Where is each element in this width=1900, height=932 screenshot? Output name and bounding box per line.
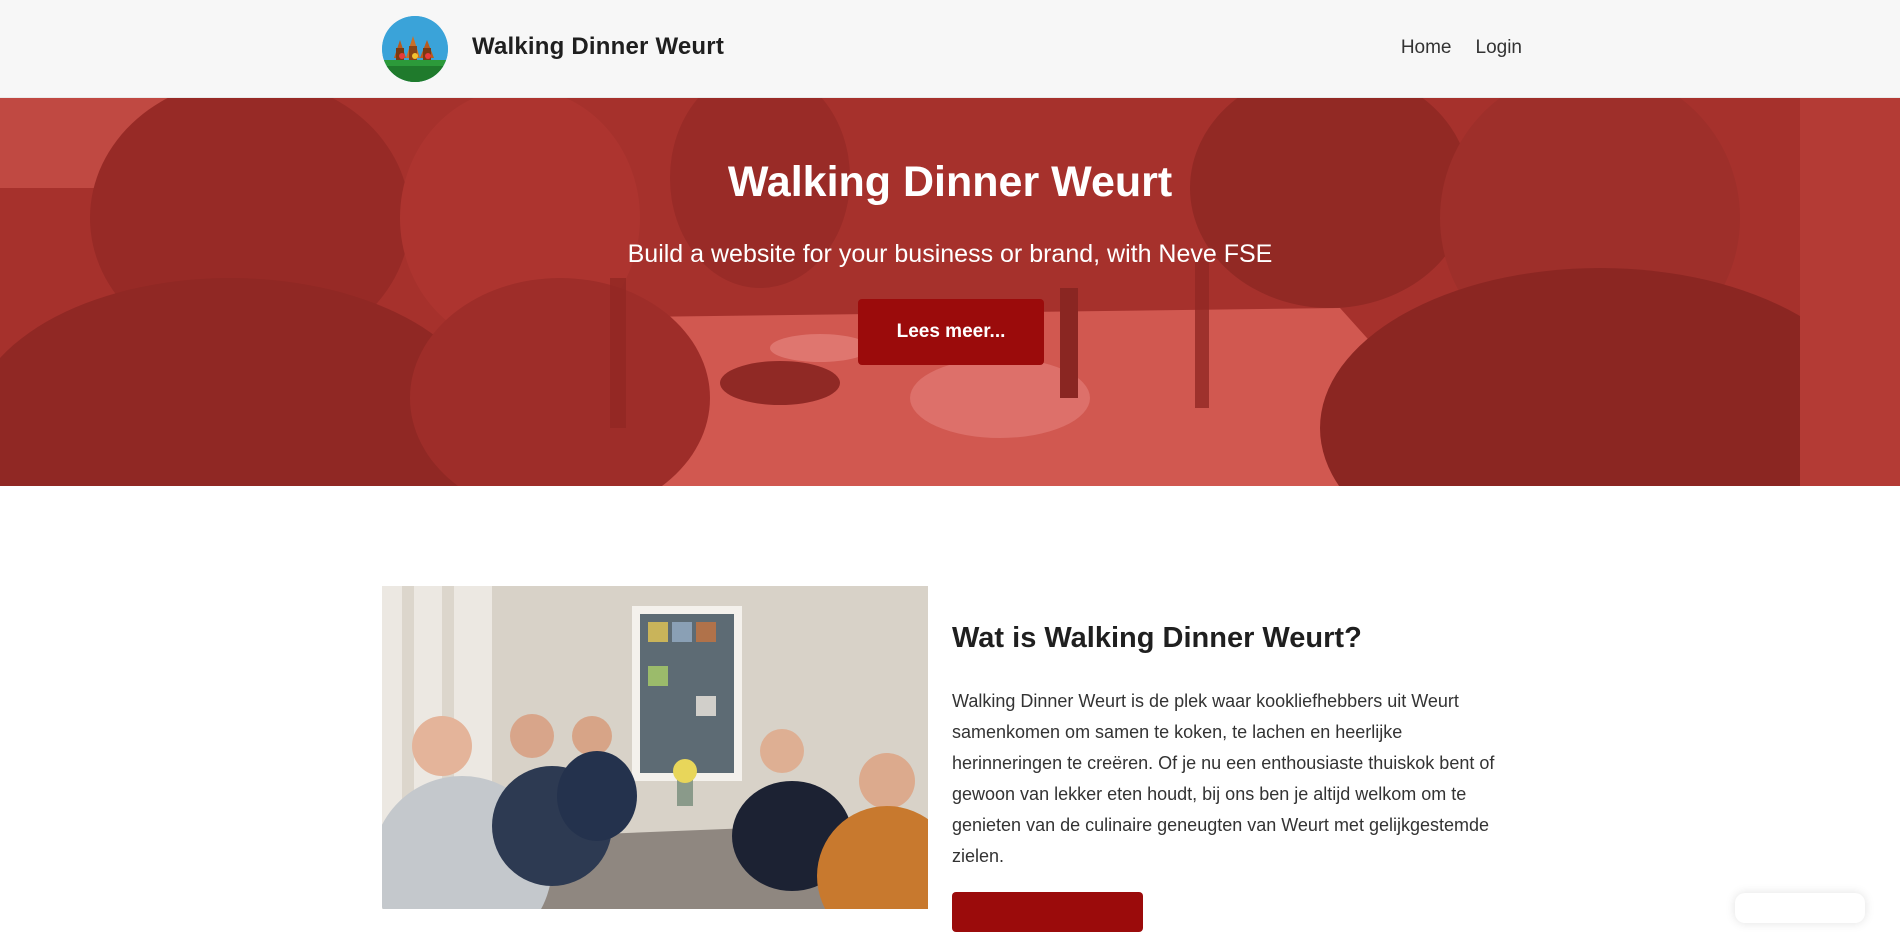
hero-overlay [0,98,1900,486]
site-title[interactable]: Walking Dinner Weurt [472,33,724,61]
hero-section: Walking Dinner Weurt Build a website for… [0,98,1900,486]
read-more-button[interactable]: Lees meer... [858,299,1044,365]
about-paragraph: Walking Dinner Weurt is de plek waar koo… [952,691,1495,866]
main-nav: Home Login [1401,37,1522,59]
about-heading: Wat is Walking Dinner Weurt? [952,622,1362,654]
about-cta-button[interactable] [952,892,1143,932]
site-logo[interactable] [382,16,448,82]
dinner-group-photo [382,586,928,909]
walking-dinner-logo-icon [382,16,448,82]
hero-title: Walking Dinner Weurt [727,158,1173,206]
about-image [382,586,928,909]
nav-login[interactable]: Login [1476,37,1523,59]
hero-subtitle: Build a website for your business or bra… [627,240,1273,268]
site-header: Walking Dinner Weurt Home Login [0,0,1900,98]
nav-home[interactable]: Home [1401,37,1452,59]
floating-widget[interactable] [1735,893,1865,923]
